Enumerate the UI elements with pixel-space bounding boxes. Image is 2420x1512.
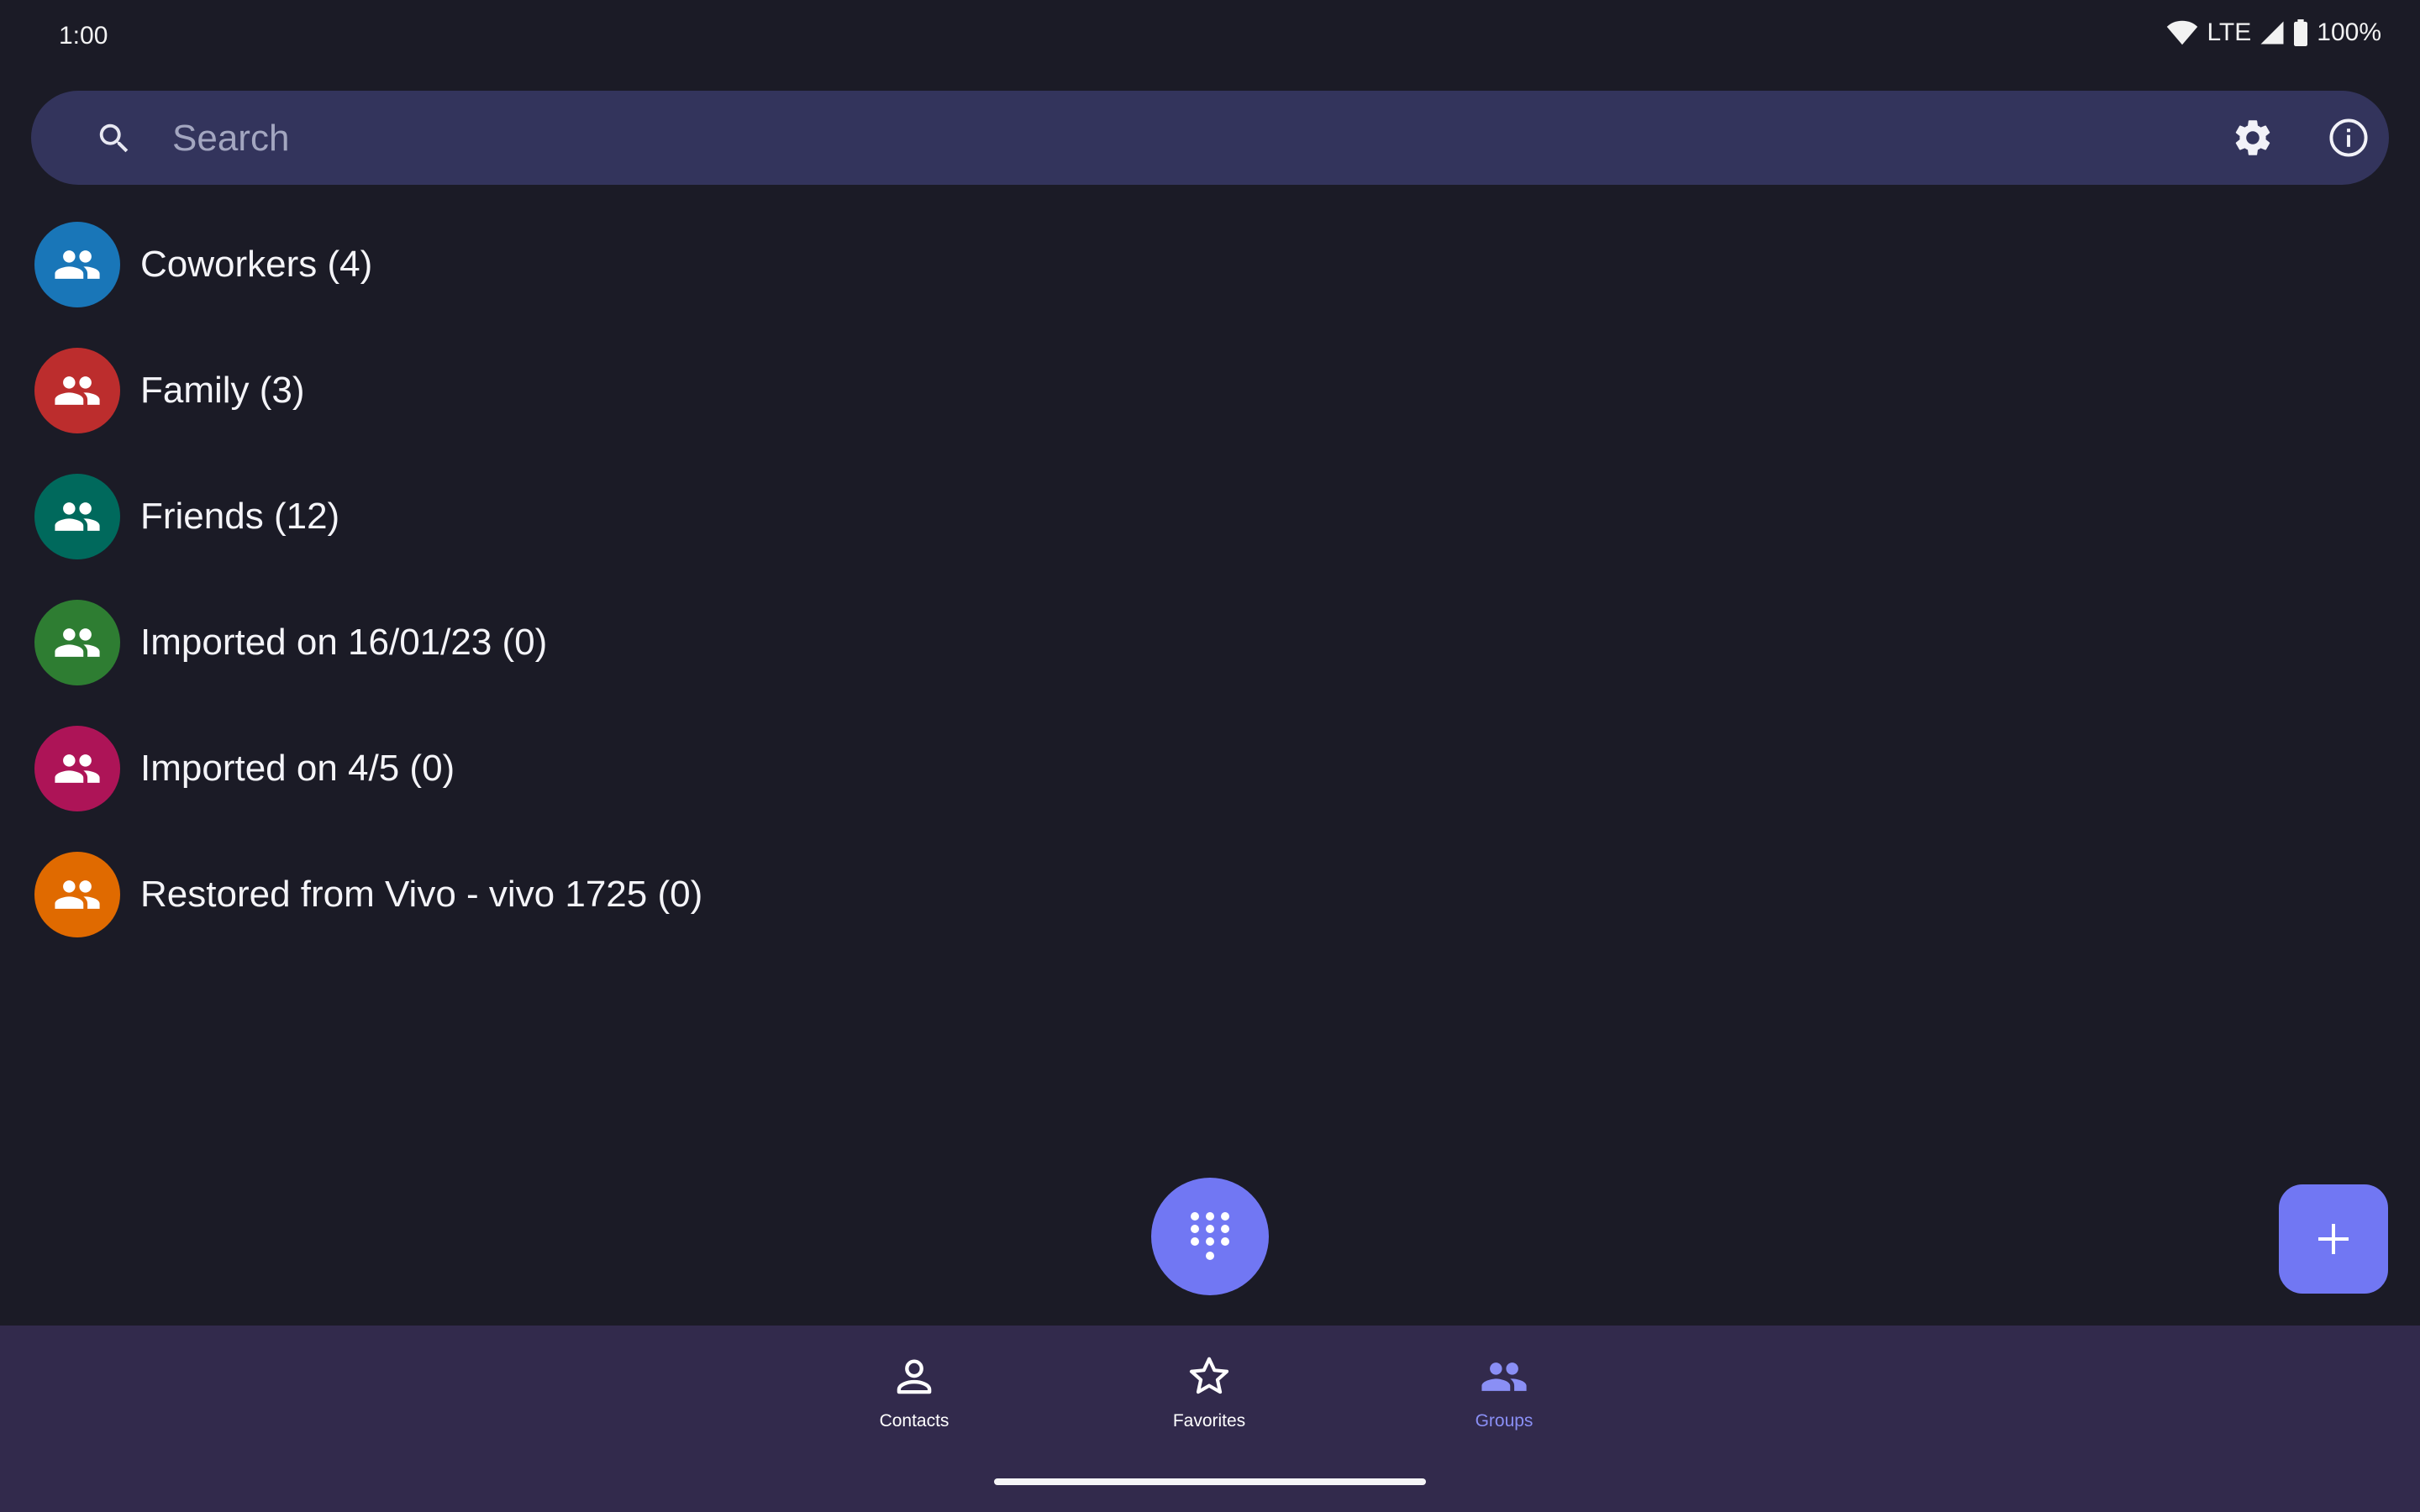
group-item-restored-vivo[interactable]: Restored from Vivo - vivo 1725 (0) [0,832,1008,958]
group-icon [55,880,100,909]
group-name: Imported on 4/5 (0) [140,748,455,789]
group-icon [1481,1362,1527,1391]
group-name: Family (3) [140,370,305,411]
status-time: 1:00 [59,22,108,50]
nav-label: Favorites [1172,1411,1246,1431]
group-name: Restored from Vivo - vivo 1725 (0) [140,874,703,915]
wifi-icon [2167,20,2198,45]
add-group-button[interactable] [2279,1184,2388,1294]
group-avatar [34,726,120,811]
group-name: Coworkers (4) [140,244,373,285]
status-bar: 1:00 LTE 100% [0,0,2420,76]
nav-item-contacts[interactable]: Contacts [830,1352,998,1453]
group-avatar [34,222,120,307]
group-avatar [34,474,120,559]
nav-item-groups[interactable]: Groups [1420,1352,1588,1453]
signal-icon [2260,21,2284,45]
bottom-navigation: Contacts Favorites Groups [0,1326,2420,1512]
network-type: LTE [2207,18,2252,46]
group-avatar [34,348,120,433]
group-name: Imported on 16/01/23 (0) [140,622,548,663]
nav-label: Groups [1475,1411,1534,1431]
group-item-coworkers[interactable]: Coworkers (4) [0,202,1008,328]
person-outline-icon [897,1359,932,1394]
plus-icon [2318,1224,2349,1254]
search-bar[interactable] [31,91,2389,185]
home-indicator[interactable] [994,1478,1426,1485]
group-item-friends[interactable]: Friends (12) [0,454,1008,580]
nav-label: Contacts [879,1411,950,1431]
group-item-imported-160123[interactable]: Imported on 16/01/23 (0) [0,580,1008,706]
settings-gear-icon[interactable] [2231,116,2275,160]
nav-item-favorites[interactable]: Favorites [1125,1352,1293,1453]
battery-icon [2294,19,2308,46]
group-icon [55,250,100,279]
group-item-imported-45[interactable]: Imported on 4/5 (0) [0,706,1008,832]
group-item-family[interactable]: Family (3) [0,328,1008,454]
group-avatar [34,852,120,937]
group-icon [55,376,100,405]
group-avatar [34,600,120,685]
search-icon [99,123,129,153]
dialpad-button[interactable] [1151,1178,1269,1295]
group-icon [55,754,100,783]
info-icon[interactable] [2327,116,2370,160]
group-name: Friends (12) [140,496,340,537]
status-indicators: LTE 100% [2166,18,2381,47]
search-input[interactable] [171,108,2191,170]
star-outline-icon [1189,1357,1229,1394]
group-icon [55,628,100,657]
group-icon [55,502,100,531]
dialpad-icon [1191,1212,1229,1260]
battery-level: 100% [2317,18,2381,46]
